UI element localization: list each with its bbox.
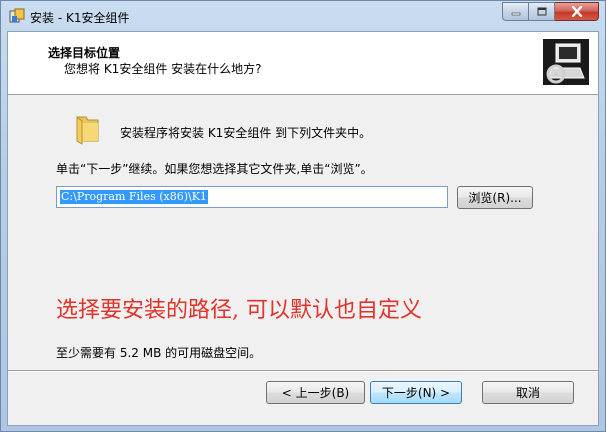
install-location-text: 安装程序将安装 K1安全组件 到下列文件夹中。 xyxy=(120,126,372,140)
annotation-text: 选择要安装的路径, 可以默认也自定义 xyxy=(56,298,422,323)
cancel-button[interactable]: 取消 xyxy=(482,381,574,404)
page-title: 选择目标位置 xyxy=(48,46,121,60)
caption-buttons xyxy=(502,2,599,22)
installer-computer-icon xyxy=(542,38,590,86)
browse-button[interactable]: 浏览(R)... xyxy=(457,186,533,209)
maximize-button[interactable] xyxy=(529,2,555,21)
minimize-icon xyxy=(511,12,520,15)
close-icon xyxy=(571,6,582,17)
footer-divider xyxy=(8,370,598,372)
installer-window: 安装 - K1安全组件 选择目标位置 您想将 K1安全组件 安装在什么地方? 安… xyxy=(0,0,606,432)
wizard-header: 选择目标位置 您想将 K1安全组件 安装在什么地方? xyxy=(8,32,598,95)
dialog-client: 选择目标位置 您想将 K1安全组件 安装在什么地方? 安装程序将安装 K1安全组… xyxy=(7,31,599,426)
next-button[interactable]: 下一步(N) > xyxy=(370,381,462,404)
maximize-icon xyxy=(537,7,546,16)
page-subtitle: 您想将 K1安全组件 安装在什么地方? xyxy=(64,62,262,76)
disk-space-text: 至少需要有 5.2 MB 的可用磁盘空间。 xyxy=(56,346,262,360)
install-path-value: C:\Program Files (x86)\K1 xyxy=(60,190,208,204)
back-button[interactable]: < 上一步(B) xyxy=(266,381,365,404)
title-bar[interactable]: 安装 - K1安全组件 xyxy=(1,1,605,31)
close-button[interactable] xyxy=(555,2,599,21)
instruction-text: 单击“下一步”继续。如果您想选择其它文件夹,单击“浏览”。 xyxy=(56,162,373,176)
minimize-button[interactable] xyxy=(502,2,529,21)
install-path-input[interactable]: C:\Program Files (x86)\K1 xyxy=(56,186,448,208)
folder-icon xyxy=(74,113,104,145)
setup-icon xyxy=(9,8,25,24)
window-title: 安装 - K1安全组件 xyxy=(30,11,130,25)
